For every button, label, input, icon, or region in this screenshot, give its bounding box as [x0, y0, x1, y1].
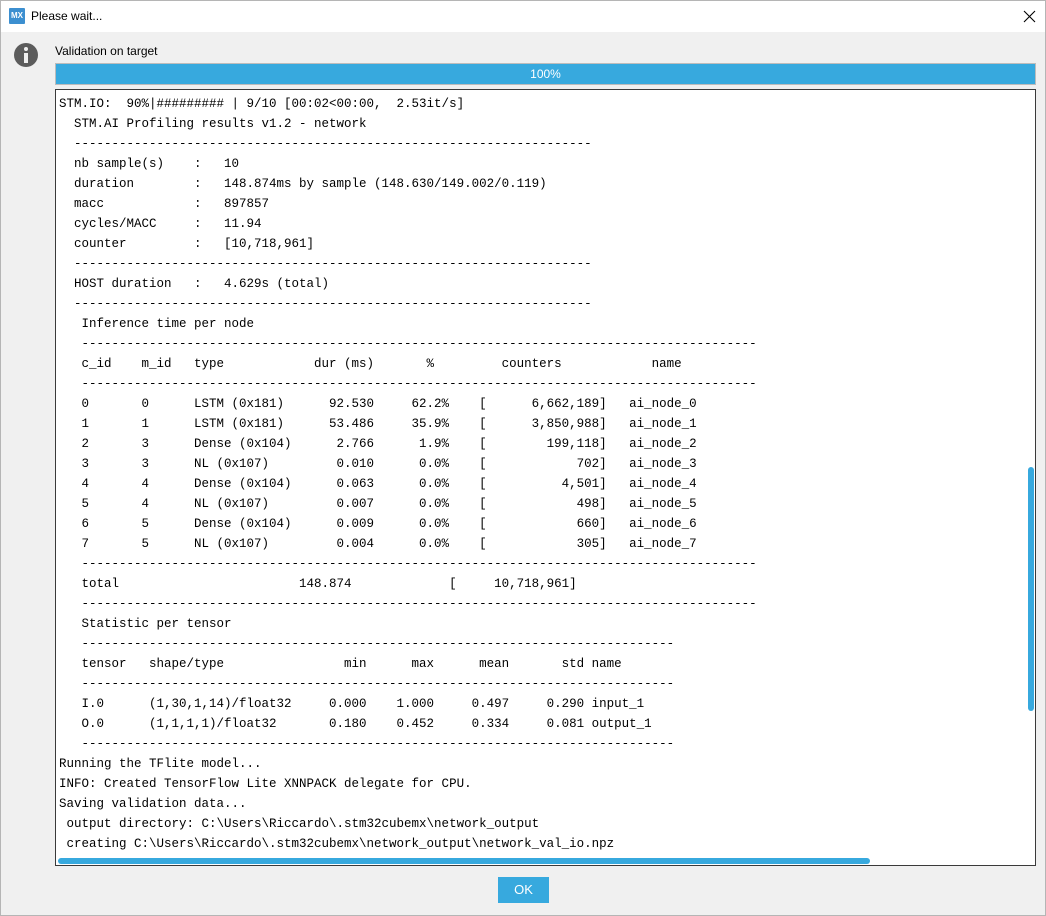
title-bar: MX Please wait...	[1, 1, 1045, 32]
info-icon	[14, 43, 38, 67]
progress-dialog: MX Please wait... Validation on target 1…	[0, 0, 1046, 916]
progress-bar: 100%	[55, 63, 1036, 85]
window-title: Please wait...	[31, 9, 103, 23]
horizontal-scrollbar-thumb[interactable]	[58, 858, 870, 864]
stm32cubemx-app-icon: MX	[9, 8, 25, 24]
progress-label: 100%	[530, 67, 561, 81]
console-output[interactable]: STM.IO: 90%|######### | 9/10 [00:02<00:0…	[55, 89, 1036, 866]
ok-button[interactable]: OK	[498, 877, 549, 903]
close-button[interactable]	[1015, 1, 1045, 32]
close-icon	[1023, 10, 1036, 23]
status-message: Validation on target	[55, 44, 158, 58]
console-log-text: STM.IO: 90%|######### | 9/10 [00:02<00:0…	[59, 97, 757, 851]
vertical-scrollbar-thumb[interactable]	[1028, 467, 1034, 711]
